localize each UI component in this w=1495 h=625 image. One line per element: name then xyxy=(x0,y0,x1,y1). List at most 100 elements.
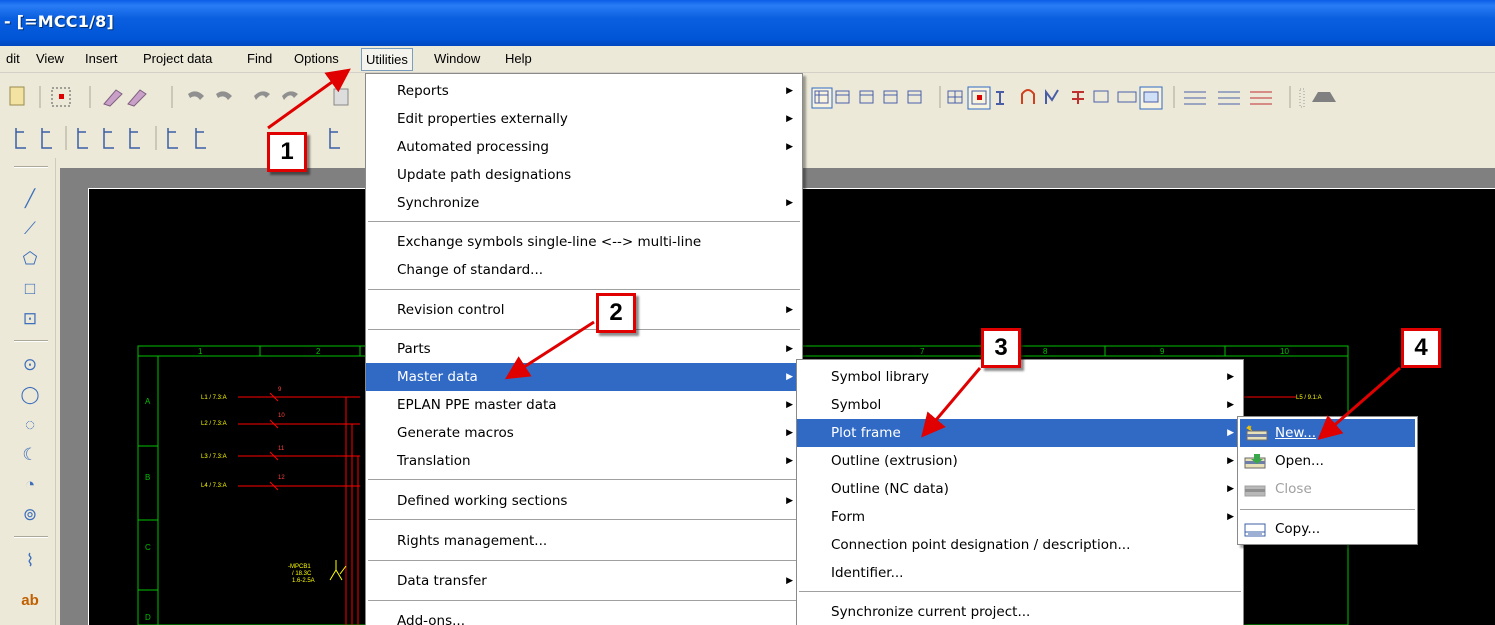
menu-item-translation[interactable]: Translation ▶ xyxy=(366,447,802,475)
wire-number: 10 xyxy=(278,413,285,419)
submenu-arrow-icon: ▶ xyxy=(786,142,793,152)
menu-item-label: Change of standard... xyxy=(397,262,544,278)
menu-item-label: Symbol xyxy=(831,397,882,413)
menu-separator xyxy=(368,221,800,222)
menu-item-label: Synchronize current project... xyxy=(831,604,1031,620)
breaker-symbol xyxy=(329,560,347,581)
menu-item-outline-extrusion[interactable]: Outline (extrusion) ▶ xyxy=(797,447,1243,475)
menu-item-label: Close xyxy=(1275,481,1312,497)
row-letter: D xyxy=(145,613,151,622)
line-label: L3 / 7.3:A xyxy=(201,454,227,460)
breaker-label: -MPCB1 xyxy=(288,564,311,570)
menu-item-revision-control[interactable]: Revision control ▶ xyxy=(366,296,802,324)
menu-item-label: Open... xyxy=(1275,453,1324,469)
menu-item-label: Data transfer xyxy=(397,573,487,589)
menu-item-label: Form xyxy=(831,509,866,525)
menu-item-label: Generate macros xyxy=(397,425,514,441)
menu-item-label: Reports xyxy=(397,83,449,99)
menu-item-form[interactable]: Form ▶ xyxy=(797,503,1243,531)
menu-item-automated-processing[interactable]: Automated processing ▶ xyxy=(366,133,802,161)
menu-item-synchronize[interactable]: Synchronize ▶ xyxy=(366,189,802,217)
menu-item-edit-properties-externally[interactable]: Edit properties externally ▶ xyxy=(366,105,802,133)
plot-frame-submenu: New... Open... Close Copy... xyxy=(1237,416,1418,545)
menu-item-eplan-ppe-master-data[interactable]: EPLAN PPE master data ▶ xyxy=(366,391,802,419)
column-number: 10 xyxy=(1280,347,1289,356)
menu-item-label: Symbol library xyxy=(831,369,930,385)
menu-item-label: Defined working sections xyxy=(397,493,568,509)
utilities-menu: Reports ▶ Edit properties externally ▶ Aut… xyxy=(365,73,803,625)
menu-item-label: Exchange symbols single-line <--> multi-… xyxy=(397,234,702,250)
menu-item-open[interactable]: Open... xyxy=(1238,447,1417,475)
menu-item-plot-frame[interactable]: Plot frame ▶ xyxy=(797,419,1243,447)
submenu-arrow-icon: ▶ xyxy=(1227,512,1234,522)
menu-item-master-data[interactable]: Master data ▶ xyxy=(366,363,802,391)
wire-number: 9 xyxy=(278,387,282,393)
menu-item-label: EPLAN PPE master data xyxy=(397,397,557,413)
menu-item-label: New... xyxy=(1275,425,1317,441)
close-folder-icon xyxy=(1244,485,1266,497)
submenu-arrow-icon: ▶ xyxy=(1227,428,1234,438)
line-label: L2 / 7.3:A xyxy=(201,421,227,427)
submenu-arrow-icon: ▶ xyxy=(786,456,793,466)
menu-item-reports[interactable]: Reports ▶ xyxy=(366,77,802,105)
menu-item-label: Master data xyxy=(397,369,478,385)
line-label: L5 / 9.1:A xyxy=(1296,395,1322,401)
menu-item-label: Synchronize xyxy=(397,195,480,211)
menu-item-copy[interactable]: Copy... xyxy=(1238,515,1417,543)
menu-separator xyxy=(1240,509,1415,510)
menu-item-new[interactable]: New... xyxy=(1240,419,1415,447)
menu-item-label: Translation xyxy=(397,453,471,469)
submenu-arrow-icon: ▶ xyxy=(1227,400,1234,410)
menu-item-label: Parts xyxy=(397,341,431,357)
menu-separator xyxy=(368,519,800,520)
row-letter: C xyxy=(145,543,151,552)
submenu-arrow-icon: ▶ xyxy=(786,576,793,586)
column-number: 7 xyxy=(920,347,925,356)
menu-item-label: Revision control xyxy=(397,302,505,318)
menu-item-label: Identifier... xyxy=(831,565,904,581)
menu-item-label: Connection point designation / descripti… xyxy=(831,537,1131,553)
menu-item-label: Add-ons... xyxy=(397,613,465,625)
menu-item-outline-nc-data[interactable]: Outline (NC data) ▶ xyxy=(797,475,1243,503)
submenu-arrow-icon: ▶ xyxy=(1227,456,1234,466)
menu-item-update-path-designations[interactable]: Update path designations xyxy=(366,161,802,189)
callout-4: 4 xyxy=(1401,328,1441,368)
menu-item-close[interactable]: Close xyxy=(1238,475,1417,503)
menu-item-connection-point-designation[interactable]: Connection point designation / descripti… xyxy=(797,531,1243,559)
submenu-arrow-icon: ▶ xyxy=(786,198,793,208)
menu-item-label: Update path designations xyxy=(397,167,572,183)
submenu-arrow-icon: ▶ xyxy=(786,344,793,354)
open-folder-icon xyxy=(1244,454,1266,469)
menu-item-label: Rights management... xyxy=(397,533,548,549)
menu-item-label: Automated processing xyxy=(397,139,549,155)
row-letter: B xyxy=(145,473,150,482)
row-letter: A xyxy=(145,397,151,406)
callout-3: 3 xyxy=(981,328,1021,368)
menu-item-symbol[interactable]: Symbol ▶ xyxy=(797,391,1243,419)
master-data-submenu: Symbol library ▶ Symbol ▶ Plot frame ▶ Outl… xyxy=(796,359,1244,625)
menu-item-data-transfer[interactable]: Data transfer ▶ xyxy=(366,567,802,595)
column-number: 8 xyxy=(1043,347,1048,356)
menu-item-defined-working-sections[interactable]: Defined working sections ▶ xyxy=(366,487,802,515)
menu-item-add-ons[interactable]: Add-ons... xyxy=(366,607,802,625)
menu-separator xyxy=(368,479,800,480)
menu-item-change-of-standard[interactable]: Change of standard... xyxy=(366,256,802,284)
menu-item-generate-macros[interactable]: Generate macros ▶ xyxy=(366,419,802,447)
menu-item-synchronize-current-project[interactable]: Synchronize current project... xyxy=(797,598,1243,625)
menu-item-parts[interactable]: Parts ▶ xyxy=(366,335,802,363)
column-number: 9 xyxy=(1160,347,1165,356)
line-label: L4 / 7.3:A xyxy=(201,483,227,489)
breaker-sub: / 18.3C xyxy=(292,571,312,577)
menu-item-exchange-symbols[interactable]: Exchange symbols single-line <--> multi-… xyxy=(366,228,802,256)
menu-separator xyxy=(368,560,800,561)
menu-separator xyxy=(368,289,800,290)
copy-plot-frame-icon xyxy=(1244,523,1266,537)
submenu-arrow-icon: ▶ xyxy=(786,86,793,96)
wire-number: 11 xyxy=(278,446,285,452)
submenu-arrow-icon: ▶ xyxy=(786,114,793,124)
menu-item-rights-management[interactable]: Rights management... xyxy=(366,527,802,555)
menu-item-label: Outline (NC data) xyxy=(831,481,949,497)
menu-item-identifier[interactable]: Identifier... xyxy=(797,559,1243,587)
submenu-arrow-icon: ▶ xyxy=(786,400,793,410)
line-label: L1 / 7.3:A xyxy=(201,395,227,401)
